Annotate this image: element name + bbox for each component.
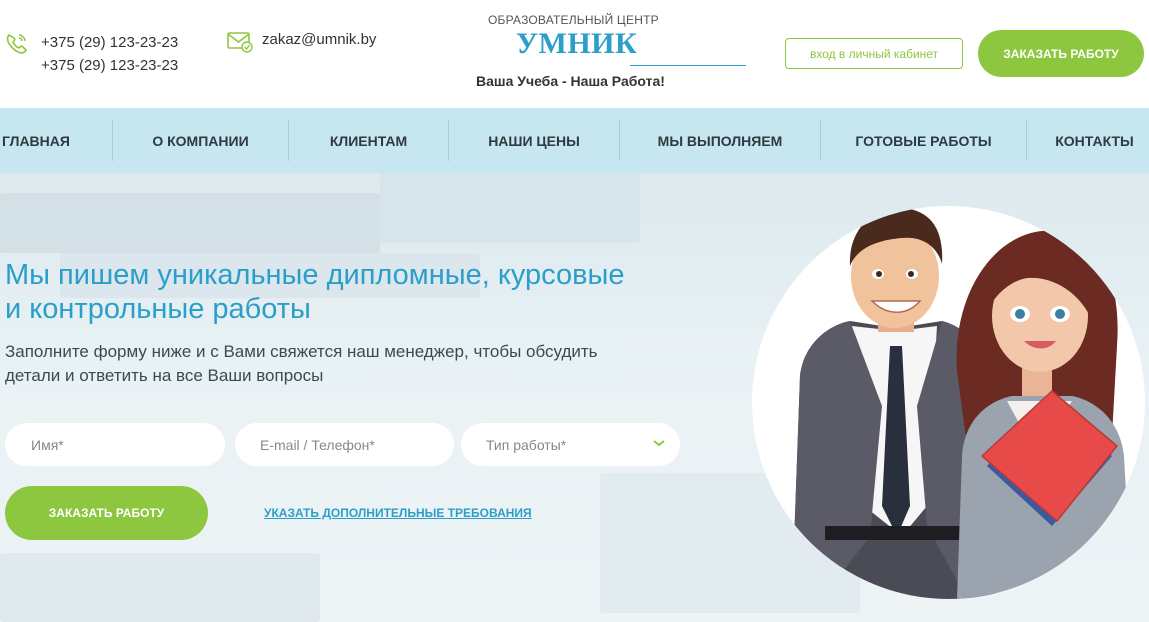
login-button[interactable]: вход в личный кабинет [785, 38, 963, 69]
contact-input[interactable]: E-mail / Телефон* [235, 423, 454, 466]
main-nav: ГЛАВНАЯ О КОМПАНИИ КЛИЕНТАМ НАШИ ЦЕНЫ МЫ… [0, 108, 1149, 173]
site-header: +375 (29) 123-23-23 +375 (29) 123-23-23 … [0, 0, 1149, 108]
phone-icon [6, 33, 27, 54]
chevron-down-icon [653, 440, 665, 447]
hero-subtitle-line-2: детали и ответить на все Ваши вопросы [5, 366, 324, 385]
phone-numbers[interactable]: +375 (29) 123-23-23 +375 (29) 123-23-23 [41, 31, 178, 77]
nav-item-home[interactable]: ГЛАВНАЯ [0, 108, 72, 173]
logo-subtitle: ОБРАЗОВАТЕЛЬНЫЙ ЦЕНТР [488, 13, 659, 27]
email-link[interactable]: zakaz@umnik.by [262, 31, 376, 48]
hero-subtitle: Заполните форму ниже и с Вами свяжется н… [5, 340, 655, 388]
background-book [380, 173, 640, 243]
hero-subtitle-line-1: Заполните форму ниже и с Вами свяжется н… [5, 342, 598, 361]
order-button-header[interactable]: ЗАКАЗАТЬ РАБОТУ [978, 30, 1144, 77]
logo-name[interactable]: УМНИК [516, 27, 637, 61]
nav-item-prices[interactable]: НАШИ ЦЕНЫ [449, 108, 619, 173]
phone-number-1[interactable]: +375 (29) 123-23-23 [41, 31, 178, 54]
mail-icon [227, 32, 253, 53]
hero-title-line-1: Мы пишем уникальные дипломные, курсовые [5, 259, 625, 291]
nav-item-clients[interactable]: КЛИЕНТАМ [289, 108, 448, 173]
additional-requirements-link[interactable]: УКАЗАТЬ ДОПОЛНИТЕЛЬНЫЕ ТРЕБОВАНИЯ [264, 506, 532, 520]
nav-item-ready-works[interactable]: ГОТОВЫЕ РАБОТЫ [821, 108, 1026, 173]
work-type-placeholder: Тип работы* [486, 436, 567, 453]
slogan: Ваша Учеба - Наша Работа! [476, 73, 665, 89]
phone-number-2[interactable]: +375 (29) 123-23-23 [41, 54, 178, 77]
work-type-select[interactable]: Тип работы* [461, 423, 680, 466]
students-illustration [792, 207, 1132, 599]
hero-title: Мы пишем уникальные дипломные, курсовые … [5, 258, 685, 326]
hero-title-line-2: и контрольные работы [5, 293, 311, 325]
order-button-main[interactable]: ЗАКАЗАТЬ РАБОТУ [5, 486, 208, 540]
nav-item-about[interactable]: О КОМПАНИИ [113, 108, 288, 173]
nav-item-services[interactable]: МЫ ВЫПОЛНЯЕМ [620, 108, 820, 173]
logo-underline [630, 65, 746, 66]
background-book [0, 193, 380, 253]
background-book [0, 553, 320, 622]
nav-item-contacts[interactable]: КОНТАКТЫ [1040, 108, 1149, 173]
nav-divider [1026, 120, 1027, 161]
name-input[interactable]: Имя* [5, 423, 225, 466]
illustration-circle [752, 206, 1145, 599]
